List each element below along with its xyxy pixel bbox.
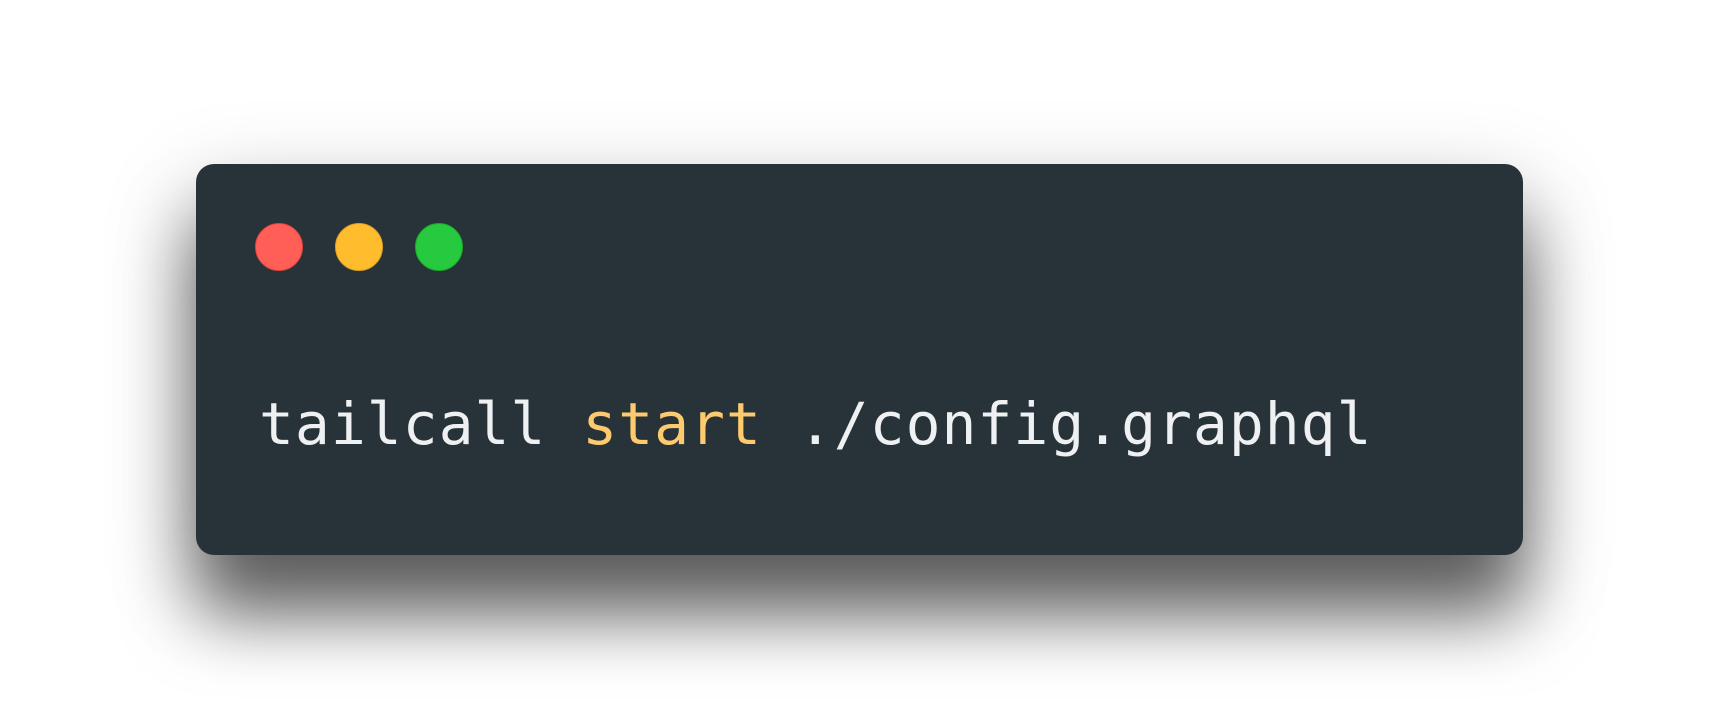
command-space: [546, 390, 582, 458]
command-program: tailcall: [259, 390, 547, 458]
command-space: [762, 390, 798, 458]
page-canvas: tailcall start ./config.graphql: [0, 0, 1720, 720]
close-window-button[interactable]: [255, 223, 303, 271]
minimize-window-button[interactable]: [335, 223, 383, 271]
command-line: tailcall start ./config.graphql: [259, 379, 1373, 469]
zoom-window-button[interactable]: [415, 223, 463, 271]
window-title-bar: [196, 164, 1523, 271]
command-subcommand: start: [582, 390, 762, 458]
terminal-window: tailcall start ./config.graphql: [196, 164, 1523, 555]
command-argument: ./config.graphql: [797, 390, 1373, 458]
